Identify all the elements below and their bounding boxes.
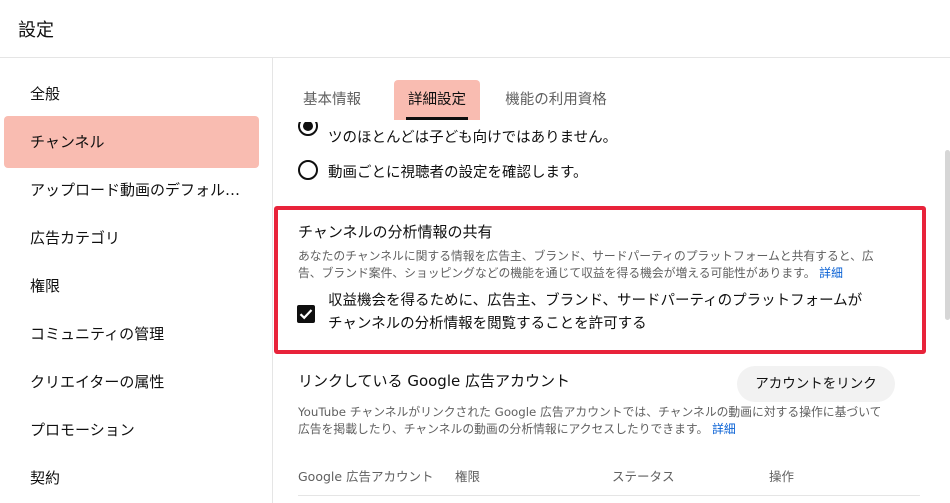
analytics-sharing-title: チャンネルの分析情報の共有 bbox=[298, 223, 493, 241]
table-divider bbox=[298, 495, 920, 496]
settings-sidebar: 全般 チャンネル アップロード動画のデフォル… 広告カテゴリ 権限 コミュニティ… bbox=[0, 58, 273, 503]
radio-not-made-for-kids-label: ツのほとんどは子ども向けではありません。 bbox=[328, 130, 618, 146]
sidebar-item-creator-attributes[interactable]: クリエイターの属性 bbox=[4, 356, 259, 408]
link-account-button[interactable]: アカウントをリンク bbox=[737, 366, 895, 402]
dialog-header: 設定 bbox=[0, 0, 950, 58]
checkmark-icon bbox=[299, 309, 313, 320]
sidebar-item-permissions[interactable]: 権限 bbox=[4, 260, 259, 312]
content-scrollbar[interactable] bbox=[945, 150, 950, 320]
sidebar-item-community[interactable]: コミュニティの管理 bbox=[4, 308, 259, 360]
tab-advanced-settings[interactable]: 詳細設定 bbox=[394, 80, 480, 120]
sidebar-item-channel[interactable]: チャンネル bbox=[4, 116, 259, 168]
tab-basic-info[interactable]: 基本情報 bbox=[294, 80, 370, 120]
column-header-status: ステータス bbox=[612, 469, 675, 484]
dialog-title: 設定 bbox=[18, 20, 54, 41]
tab-bar: 基本情報 詳細設定 機能の利用資格 bbox=[274, 58, 950, 122]
analytics-sharing-learn-more-link[interactable]: 詳細 bbox=[819, 266, 843, 280]
analytics-sharing-description: あなたのチャンネルに関する情報を広告主、ブランド、サードパーティのプラットフォー… bbox=[298, 249, 874, 280]
sidebar-item-general[interactable]: 全般 bbox=[4, 68, 259, 120]
google-ads-learn-more-link[interactable]: 詳細 bbox=[712, 422, 736, 436]
sidebar-item-agreements[interactable]: 契約 bbox=[4, 452, 259, 503]
column-header-account: Google 広告アカウント bbox=[298, 469, 434, 484]
analytics-sharing-checkbox-label: 収益機会を得るために、広告主、ブランド、サードパーティのプラットフォームが チャ… bbox=[328, 293, 863, 332]
sidebar-item-ad-categories[interactable]: 広告カテゴリ bbox=[4, 212, 259, 264]
google-ads-title: リンクしている Google 広告アカウント bbox=[298, 372, 570, 390]
column-header-actions: 操作 bbox=[769, 469, 795, 484]
google-ads-description: YouTube チャンネルがリンクされた Google 広告アカウントでは、チャ… bbox=[298, 405, 882, 436]
settings-content: 基本情報 詳細設定 機能の利用資格 ツのほとんどは子ども向けではありません。 動… bbox=[274, 58, 950, 503]
analytics-sharing-checkbox[interactable] bbox=[297, 305, 315, 323]
radio-review-per-video[interactable] bbox=[298, 160, 318, 180]
column-header-permission: 権限 bbox=[455, 469, 481, 484]
tab-feature-eligibility[interactable]: 機能の利用資格 bbox=[500, 80, 612, 120]
sidebar-item-upload-defaults[interactable]: アップロード動画のデフォル… bbox=[4, 164, 259, 216]
sidebar-item-promotions[interactable]: プロモーション bbox=[4, 404, 259, 456]
radio-review-per-video-label: 動画ごとに視聴者の設定を確認します。 bbox=[328, 165, 588, 181]
